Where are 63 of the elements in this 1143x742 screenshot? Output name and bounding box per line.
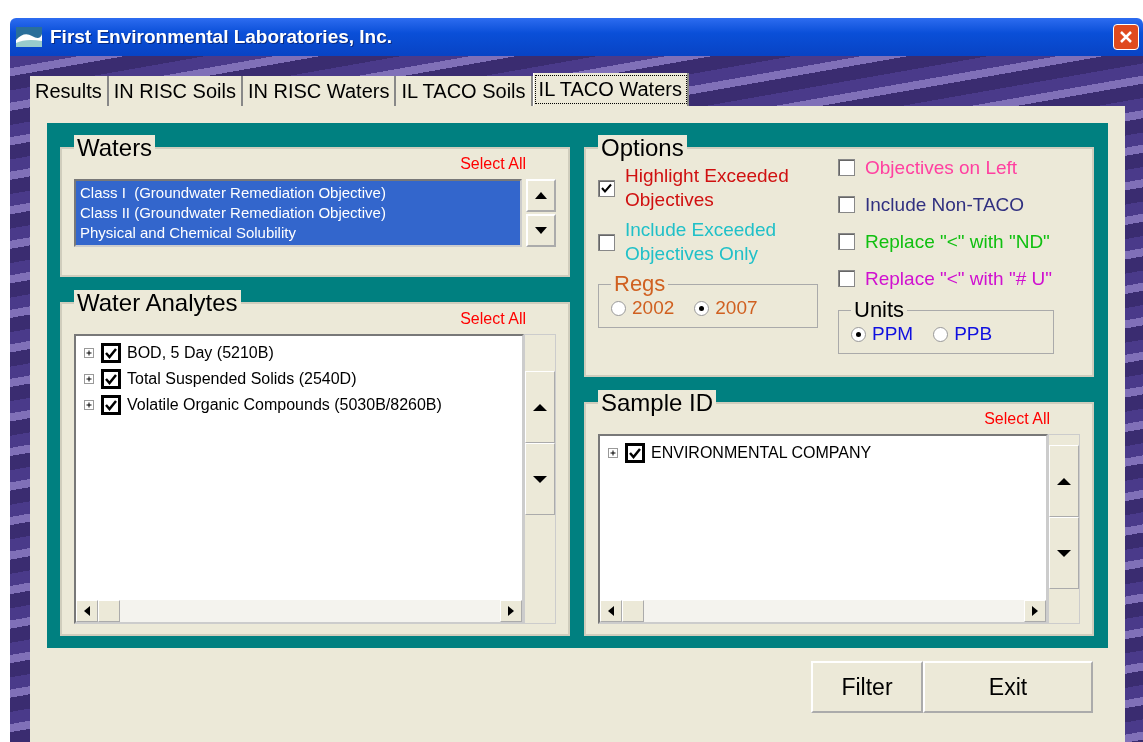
tree-item[interactable]: ENVIRONMENTAL COMPANY (651, 444, 872, 462)
dialog-button[interactable]: Exit (923, 661, 1093, 713)
radio-button[interactable] (851, 326, 866, 342)
option-label[interactable]: Include Non-TACO (865, 192, 1025, 217)
vertical-scrollbar[interactable] (524, 334, 556, 624)
checkbox[interactable] (838, 270, 855, 287)
tab[interactable]: IN RISC Waters (242, 76, 397, 106)
tab[interactable]: Results (30, 76, 109, 106)
expand-icon[interactable] (84, 399, 95, 411)
list-item[interactable]: Class II (Groundwater Remediation Objective) (80, 203, 516, 223)
dialog-button[interactable]: Filter (811, 661, 923, 713)
tree-item[interactable]: BOD, 5 Day (5210B) (127, 344, 274, 362)
close-icon (1119, 30, 1133, 44)
wave-logo-icon (16, 27, 42, 47)
horizontal-scrollbar[interactable] (600, 600, 1046, 622)
expand-icon[interactable] (84, 347, 95, 359)
left-arrow-icon[interactable] (608, 606, 614, 616)
option-label[interactable]: Highlight Exceeded Objectives (625, 164, 805, 212)
option-label[interactable]: Replace "<" with "# U" (865, 266, 1052, 291)
expand-icon[interactable] (84, 373, 95, 385)
tree-item[interactable]: Total Suspended Solids (2540D) (127, 370, 357, 388)
checkbox[interactable] (101, 395, 121, 415)
checkbox[interactable] (838, 196, 855, 213)
down-arrow-icon[interactable] (1057, 549, 1071, 557)
tab[interactable]: IL TACO Waters (532, 73, 689, 106)
tree-item[interactable]: Volatile Organic Compounds (5030B/8260B) (127, 396, 442, 414)
close-button[interactable] (1113, 24, 1139, 50)
scroll-up-button[interactable] (526, 179, 556, 212)
tab[interactable]: IL TACO Soils (396, 76, 533, 106)
radio-button[interactable] (611, 300, 626, 316)
vertical-scrollbar[interactable] (1048, 434, 1080, 624)
horizontal-scrollbar[interactable] (76, 600, 522, 622)
checkbox[interactable] (101, 369, 121, 389)
checkbox[interactable] (838, 159, 855, 176)
tab[interactable]: IN RISC Soils (108, 76, 243, 106)
radio-label[interactable]: PPB (954, 323, 993, 345)
radio-button[interactable] (694, 300, 710, 316)
list-item[interactable]: Class I (Groundwater Remediation Objective) (80, 183, 516, 203)
radio-button[interactable] (933, 326, 949, 342)
right-arrow-icon[interactable] (508, 606, 514, 616)
checkbox[interactable] (838, 233, 855, 250)
right-arrow-icon[interactable] (1032, 606, 1038, 616)
down-arrow-icon (535, 227, 547, 234)
scrollbar-thumb[interactable] (622, 600, 644, 622)
left-arrow-icon[interactable] (84, 606, 90, 616)
up-arrow-icon[interactable] (533, 403, 547, 411)
expand-icon[interactable] (608, 447, 619, 459)
up-arrow-icon[interactable] (1057, 477, 1071, 485)
checkbox[interactable] (625, 443, 645, 463)
scroll-down-button[interactable] (526, 214, 556, 247)
radio-label[interactable]: PPM (872, 323, 914, 345)
checkbox[interactable] (101, 343, 121, 363)
down-arrow-icon[interactable] (533, 475, 547, 483)
window-title: First Environmental Laboratories, Inc. (50, 26, 394, 48)
group-title: Water Analytes (74, 290, 241, 316)
list-item[interactable]: Physical and Chemical Solubility (80, 223, 516, 243)
scrollbar-thumb[interactable] (98, 600, 120, 622)
checkbox[interactable] (598, 179, 615, 197)
group-title: Options (598, 135, 687, 161)
checkbox[interactable] (598, 233, 615, 251)
list-box[interactable]: Class I (Groundwater Remediation Objective) Class II (Groundwater Remediation Objective) Physical and Chemical Solubility (74, 179, 522, 247)
up-arrow-icon (535, 192, 547, 199)
group-title: Sample ID (598, 390, 717, 416)
